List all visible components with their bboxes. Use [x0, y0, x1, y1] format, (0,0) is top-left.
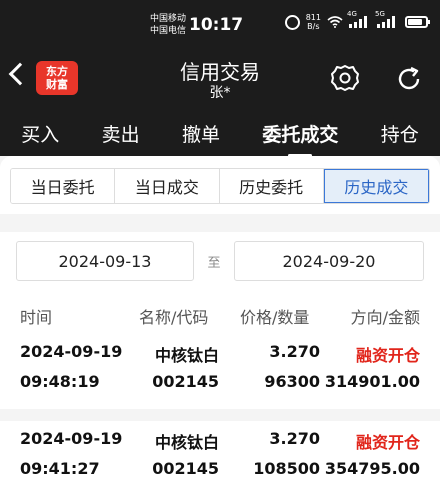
record-amount: 354795.00 — [324, 459, 420, 478]
carrier-info: 中国移动 中国电信 — [150, 13, 186, 37]
record-price: 3.270 — [269, 429, 320, 448]
net-speed: 811 B/s — [306, 13, 321, 31]
net-speed-value: 811 — [305, 13, 321, 22]
carrier-1: 中国移动 — [150, 14, 187, 24]
signal-5g-label: 5G — [375, 10, 385, 18]
top-bar: 中国移动 中国电信 10:17 811 B/s 4G 5G 东方 财富 信用交易… — [0, 0, 440, 157]
start-date-field[interactable]: 2024-09-13 — [16, 241, 194, 281]
record-amount: 314901.00 — [324, 372, 420, 391]
record-time: 09:48:19 — [20, 372, 100, 391]
status-time: 10:17 — [189, 15, 244, 35]
subtab-history-orders[interactable]: 历史委托 — [219, 169, 324, 203]
column-headers: 时间 名称/代码 价格/数量 方向/金额 — [20, 304, 420, 328]
signal-4g-icon: 4G — [347, 10, 371, 28]
tab-buy[interactable]: 买入 — [21, 120, 59, 147]
date-separator: 至 — [207, 255, 221, 271]
record-price: 3.270 — [269, 342, 320, 361]
net-speed-unit: B/s — [307, 22, 320, 31]
col-time: 时间 — [20, 308, 53, 327]
sub-tabs: 当日委托 当日成交 历史委托 历史成交 — [10, 168, 430, 204]
record-line-2: 09:41:27 002145 108500 354795.00 — [20, 459, 420, 483]
end-date-field[interactable]: 2024-09-20 — [234, 241, 424, 281]
gear-icon[interactable] — [330, 63, 360, 93]
account-name: 张* — [209, 85, 231, 101]
signal-4g-label: 4G — [347, 10, 357, 18]
record-line-1: 2024-09-19 中核钛白 3.270 融资开仓 — [20, 429, 420, 453]
record-direction: 融资开仓 — [355, 346, 420, 365]
record-date: 2024-09-19 — [20, 342, 123, 361]
record-name: 中核钛白 — [154, 433, 219, 452]
record-separator — [0, 409, 440, 421]
subtab-today-orders[interactable]: 当日委托 — [11, 169, 116, 203]
tab-cancel-order[interactable]: 撤单 — [182, 120, 220, 147]
refresh-icon[interactable] — [394, 64, 424, 94]
col-direction-amount: 方向/金额 — [350, 308, 420, 327]
record-code: 002145 — [152, 459, 219, 478]
signal-5g-icon: 5G — [375, 10, 399, 28]
tab-sell[interactable]: 卖出 — [102, 120, 140, 147]
wifi-icon — [327, 16, 343, 28]
col-price-qty: 价格/数量 — [240, 308, 310, 327]
trade-record[interactable]: 2024-09-19 中核钛白 3.270 融资开仓 09:41:27 0021… — [0, 421, 440, 493]
trade-record[interactable]: 2024-09-19 中核钛白 3.270 融资开仓 09:48:19 0021… — [0, 336, 440, 408]
tab-positions[interactable]: 持仓 — [381, 120, 419, 147]
subtab-today-trades[interactable]: 当日成交 — [115, 169, 220, 203]
status-icons: 811 B/s 4G 5G — [284, 10, 430, 31]
record-date: 2024-09-19 — [20, 429, 123, 448]
section-divider — [0, 214, 440, 232]
record-code: 002145 — [152, 372, 219, 391]
subtab-history-trades[interactable]: 历史成交 — [323, 169, 429, 203]
record-line-1: 2024-09-19 中核钛白 3.270 融资开仓 — [20, 342, 420, 366]
date-filter: 2024-09-13 至 2024-09-20 — [16, 240, 424, 282]
col-name-code: 名称/代码 — [139, 308, 209, 327]
main-tabs: 买入 卖出 撤单 委托成交 持仓 — [0, 118, 440, 157]
record-direction: 融资开仓 — [355, 433, 420, 452]
alarm-icon — [284, 14, 300, 30]
record-time: 09:41:27 — [20, 459, 100, 478]
tab-orders-trades[interactable]: 委托成交 — [262, 120, 338, 157]
content-sheet: 当日委托 当日成交 历史委托 历史成交 2024-09-13 至 2024-09… — [0, 156, 440, 500]
record-line-2: 09:48:19 002145 96300 314901.00 — [20, 372, 420, 396]
record-qty: 96300 — [264, 372, 320, 391]
record-name: 中核钛白 — [154, 346, 219, 365]
battery-icon — [405, 16, 430, 28]
page-title: 信用交易 — [180, 60, 260, 84]
record-qty: 108500 — [253, 459, 320, 478]
carrier-2: 中国电信 — [150, 26, 187, 36]
